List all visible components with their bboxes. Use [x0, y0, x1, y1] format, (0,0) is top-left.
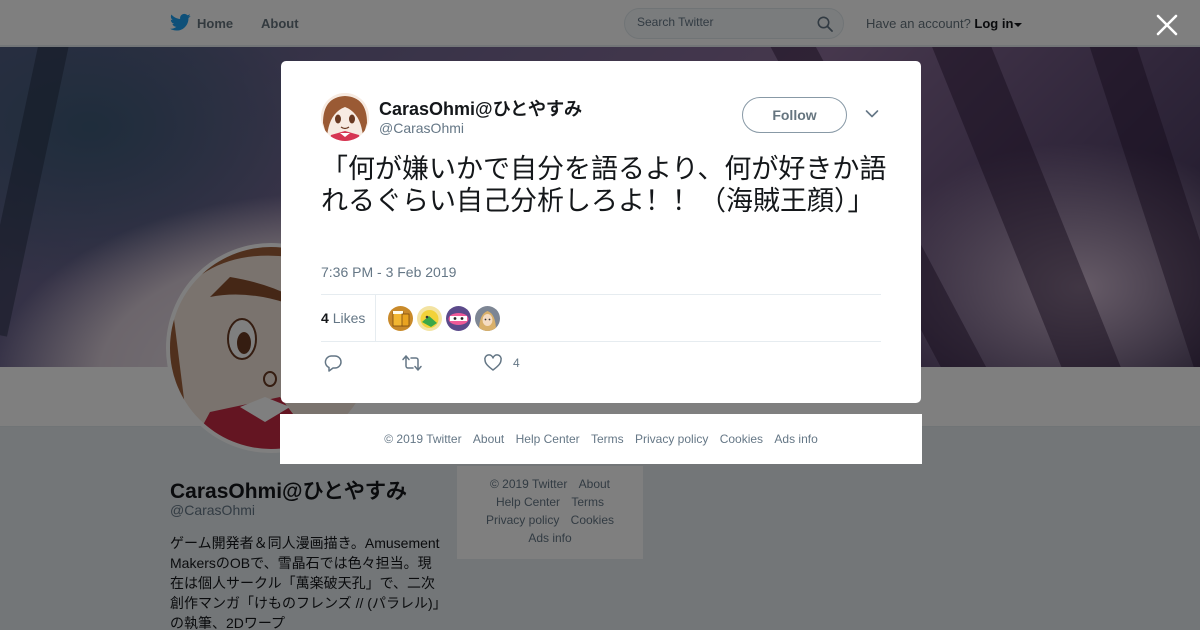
- footer-privacy-link[interactable]: Privacy policy: [635, 432, 708, 446]
- like-action-count: 4: [513, 356, 520, 370]
- likes-label: Likes: [332, 310, 366, 326]
- pink-character-avatar-icon: [446, 306, 471, 331]
- tweet-author-handle[interactable]: @CarasOhmi: [379, 120, 464, 136]
- footer-copyright: © 2019 Twitter: [384, 432, 462, 446]
- tweet-author-avatar[interactable]: [321, 93, 369, 141]
- footer-help-link[interactable]: Help Center: [516, 432, 580, 446]
- stats-divider: [375, 295, 376, 341]
- heart-icon[interactable]: [483, 353, 503, 373]
- tweet-text: 「何が嫌いかで自分を語るより、何が好きか語れるぐらい自己分析しろよ！！（海賊王顔…: [321, 154, 887, 217]
- chevron-down-icon[interactable]: [865, 109, 879, 119]
- reply-icon[interactable]: [323, 353, 343, 373]
- tweet-stats: 4 Likes: [321, 294, 881, 342]
- tweet-author-name[interactable]: CarasOhmi@ひとやすみ: [379, 95, 582, 121]
- character-avatar-image: [321, 93, 369, 141]
- footer-about-link[interactable]: About: [473, 432, 504, 446]
- follow-button[interactable]: Follow: [742, 97, 847, 133]
- likes-stat[interactable]: 4 Likes: [321, 310, 365, 326]
- like-action[interactable]: 4: [483, 353, 543, 373]
- gray-character-avatar-icon: [475, 306, 500, 331]
- liker-avatar[interactable]: [446, 306, 471, 331]
- liker-avatar[interactable]: [388, 306, 413, 331]
- yellow-character-avatar-icon: [417, 306, 442, 331]
- close-icon[interactable]: [1154, 12, 1180, 38]
- tweet-actions: 4: [321, 353, 621, 373]
- footer-ads-link[interactable]: Ads info: [774, 432, 817, 446]
- modal-footer: © 2019 Twitter About Help Center Terms P…: [280, 414, 922, 464]
- likes-count: 4: [321, 310, 329, 326]
- liker-avatar[interactable]: [475, 306, 500, 331]
- beer-avatar-icon: [388, 306, 413, 331]
- footer-terms-link[interactable]: Terms: [591, 432, 624, 446]
- liker-avatar[interactable]: [417, 306, 442, 331]
- tweet-timestamp[interactable]: 7:36 PM - 3 Feb 2019: [321, 264, 456, 280]
- footer-cookies-link[interactable]: Cookies: [720, 432, 763, 446]
- tweet-permalink-modal: CarasOhmi@ひとやすみ @CarasOhmi Follow 「何が嫌いか…: [281, 61, 921, 403]
- retweet-icon[interactable]: [401, 353, 423, 373]
